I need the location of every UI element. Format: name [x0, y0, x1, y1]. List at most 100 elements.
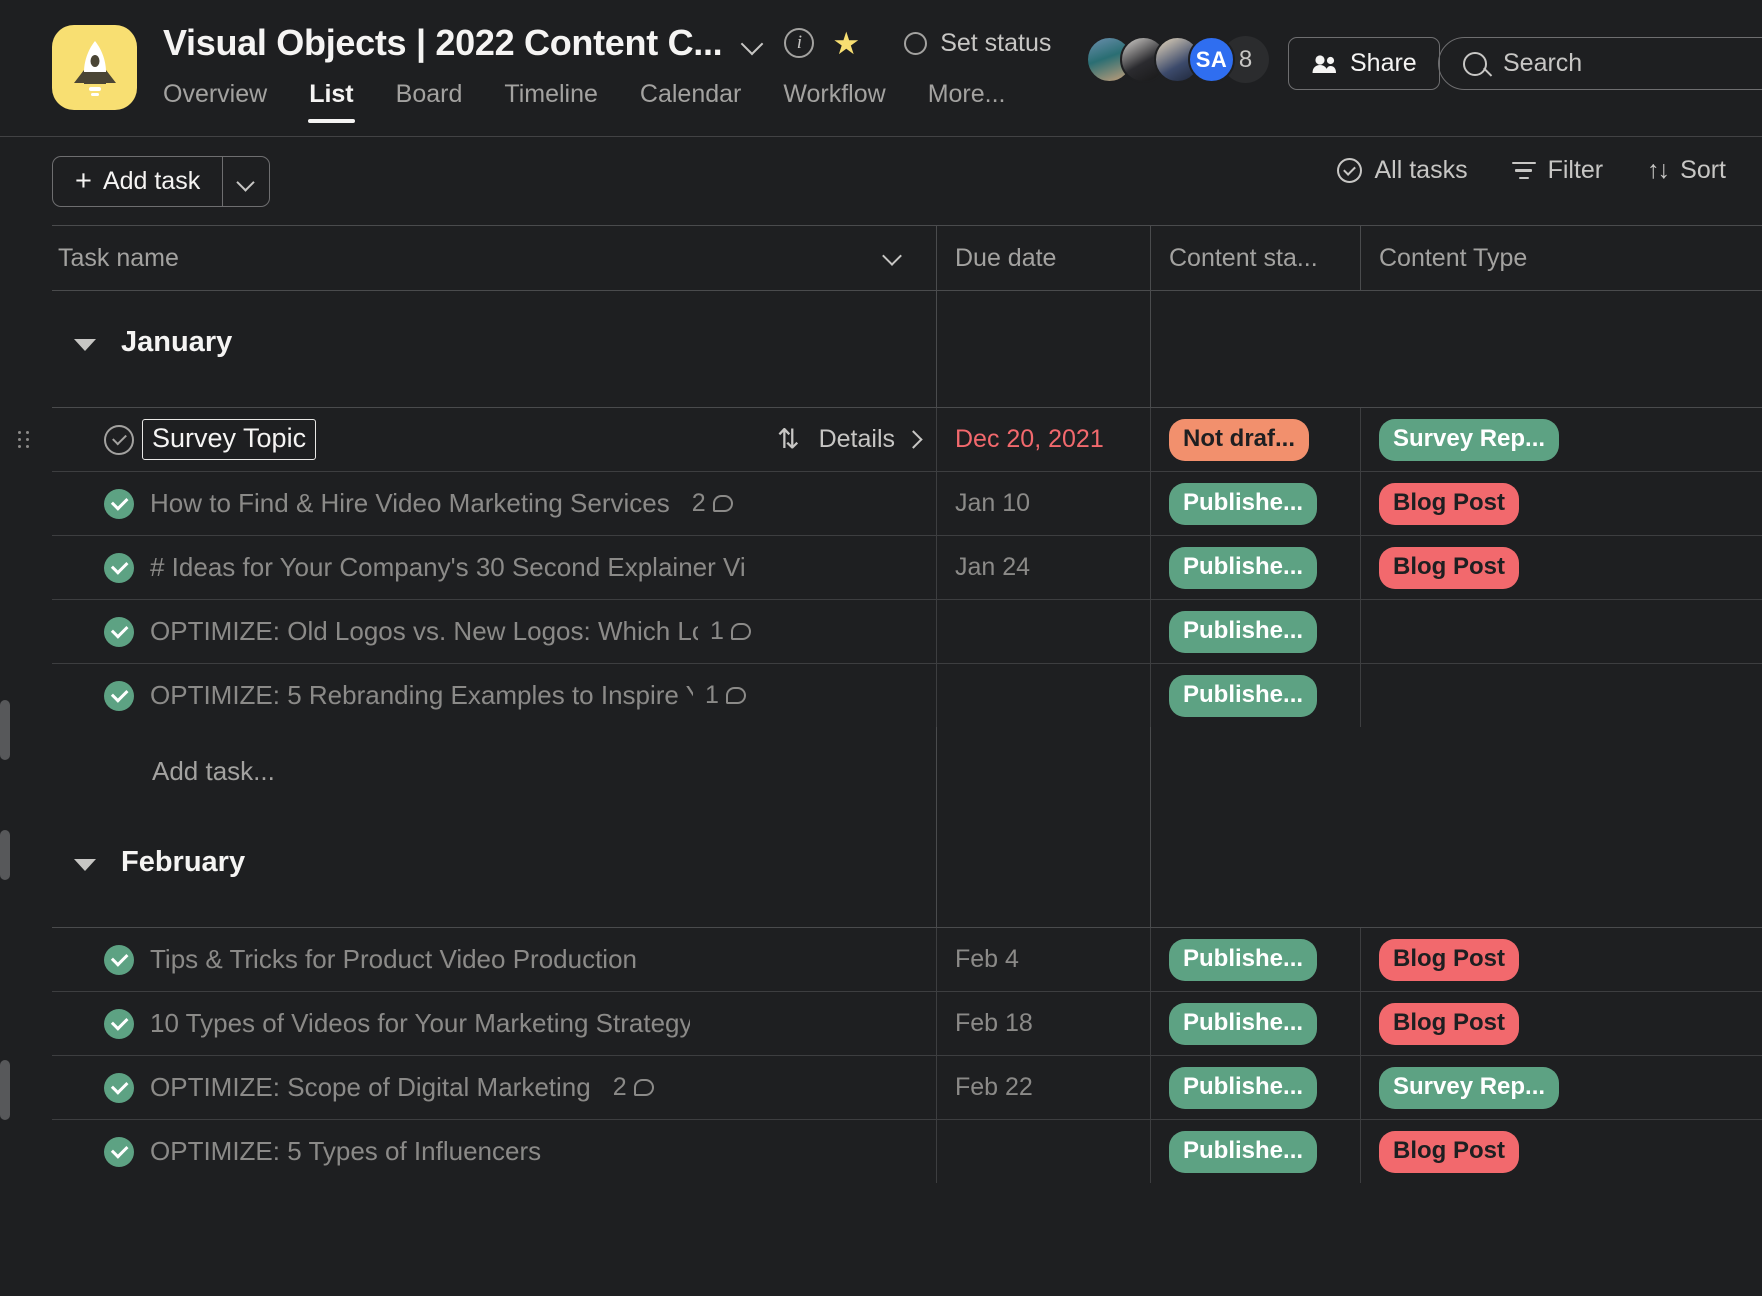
- tab-board[interactable]: Board: [375, 80, 484, 123]
- table-row[interactable]: Tips & Tricks for Product Video Producti…: [52, 927, 1762, 991]
- content-status-cell[interactable]: Not draf...: [1150, 408, 1360, 471]
- task-complete-toggle[interactable]: [104, 1009, 134, 1039]
- add-task-inline-january[interactable]: Add task...: [52, 727, 1762, 815]
- content-status-cell[interactable]: Publishe...: [1150, 992, 1360, 1055]
- content-type-cell[interactable]: Blog Post: [1360, 472, 1762, 535]
- task-complete-toggle[interactable]: [104, 1137, 134, 1167]
- tab-list[interactable]: List: [288, 80, 374, 123]
- content-status-cell[interactable]: Publishe...: [1150, 472, 1360, 535]
- task-name-cell[interactable]: OPTIMIZE: 5 Types of Influencers: [52, 1120, 936, 1183]
- content-type-cell[interactable]: Survey Rep...: [1360, 408, 1762, 471]
- due-date-cell[interactable]: Dec 20, 2021: [936, 408, 1150, 471]
- due-date-cell[interactable]: Feb 4: [936, 928, 1150, 991]
- content-type-cell[interactable]: Survey Rep...: [1360, 1056, 1762, 1119]
- chevron-down-icon[interactable]: [882, 245, 904, 267]
- vertical-scrollbar-thumb[interactable]: [0, 700, 10, 760]
- column-header-content-status[interactable]: Content sta...: [1150, 225, 1360, 291]
- type-badge[interactable]: Blog Post: [1379, 483, 1519, 525]
- view-tabs[interactable]: Overview List Board Timeline Calendar Wo…: [163, 80, 1027, 123]
- content-status-cell[interactable]: Publishe...: [1150, 600, 1360, 663]
- content-status-cell[interactable]: Publishe...: [1150, 664, 1360, 727]
- sort-arrows-icon[interactable]: ⇅: [777, 424, 797, 455]
- due-date-cell[interactable]: Feb 22: [936, 1056, 1150, 1119]
- details-button[interactable]: Details: [819, 425, 920, 454]
- status-badge[interactable]: Publishe...: [1169, 1131, 1317, 1173]
- table-row[interactable]: How to Find & Hire Video Marketing Servi…: [52, 471, 1762, 535]
- drag-handle-icon[interactable]: [18, 431, 30, 449]
- comment-count[interactable]: 1: [710, 617, 751, 646]
- status-badge[interactable]: Publishe...: [1169, 611, 1317, 653]
- star-icon[interactable]: ★: [832, 28, 860, 59]
- tab-workflow[interactable]: Workflow: [762, 80, 906, 123]
- task-name-cell[interactable]: OPTIMIZE: Scope of Digital Marketing 2: [52, 1056, 936, 1119]
- triangle-down-icon[interactable]: [74, 859, 96, 871]
- task-name-cell[interactable]: # Ideas for Your Company's 30 Second Exp…: [52, 536, 936, 599]
- comment-count[interactable]: 1: [705, 681, 746, 710]
- sort-button[interactable]: ↑↓ Sort: [1647, 156, 1726, 185]
- content-type-cell[interactable]: Blog Post: [1360, 992, 1762, 1055]
- content-type-cell[interactable]: Blog Post: [1360, 1120, 1762, 1183]
- task-complete-toggle[interactable]: [104, 945, 134, 975]
- add-task-dropdown-button[interactable]: [223, 157, 269, 206]
- column-header-content-type[interactable]: Content Type: [1360, 225, 1762, 291]
- task-name-cell[interactable]: 10 Types of Videos for Your Marketing St…: [52, 992, 936, 1055]
- tab-calendar[interactable]: Calendar: [619, 80, 762, 123]
- status-badge[interactable]: Publishe...: [1169, 547, 1317, 589]
- triangle-down-icon[interactable]: [74, 339, 96, 351]
- member-avatars[interactable]: SA 8: [1086, 36, 1269, 83]
- due-date-cell[interactable]: Jan 24: [936, 536, 1150, 599]
- content-type-cell[interactable]: Blog Post: [1360, 928, 1762, 991]
- content-type-cell[interactable]: [1360, 600, 1762, 663]
- task-complete-toggle[interactable]: [104, 553, 134, 583]
- task-name-cell[interactable]: OPTIMIZE: Old Logos vs. New Logos: Which…: [52, 600, 936, 663]
- table-row[interactable]: OPTIMIZE: 5 Types of Influencers Publish…: [52, 1119, 1762, 1183]
- type-badge[interactable]: Blog Post: [1379, 547, 1519, 589]
- due-date-cell[interactable]: Jan 10: [936, 472, 1150, 535]
- tab-overview[interactable]: Overview: [163, 80, 288, 123]
- filter-button[interactable]: Filter: [1512, 156, 1604, 185]
- column-header-task-name[interactable]: Task name: [52, 225, 936, 291]
- status-badge[interactable]: Not draf...: [1169, 419, 1309, 461]
- task-name-cell[interactable]: How to Find & Hire Video Marketing Servi…: [52, 472, 936, 535]
- task-name-cell[interactable]: OPTIMIZE: 5 Rebranding Examples to Inspi…: [52, 664, 936, 727]
- status-badge[interactable]: Publishe...: [1169, 1003, 1317, 1045]
- share-button[interactable]: Share: [1288, 37, 1440, 90]
- due-date-cell[interactable]: [936, 600, 1150, 663]
- task-complete-toggle[interactable]: [104, 425, 134, 455]
- status-badge[interactable]: Publishe...: [1169, 483, 1317, 525]
- content-status-cell[interactable]: Publishe...: [1150, 1120, 1360, 1183]
- avatar-initials[interactable]: SA: [1188, 36, 1235, 83]
- type-badge[interactable]: Survey Rep...: [1379, 419, 1559, 461]
- content-status-cell[interactable]: Publishe...: [1150, 536, 1360, 599]
- task-name-input[interactable]: Survey Topic: [142, 419, 316, 460]
- type-badge[interactable]: Blog Post: [1379, 939, 1519, 981]
- all-tasks-button[interactable]: All tasks: [1337, 156, 1467, 185]
- table-row[interactable]: # Ideas for Your Company's 30 Second Exp…: [52, 535, 1762, 599]
- status-badge[interactable]: Publishe...: [1169, 1067, 1317, 1109]
- status-badge[interactable]: Publishe...: [1169, 939, 1317, 981]
- task-complete-toggle[interactable]: [104, 1073, 134, 1103]
- table-row[interactable]: Survey Topic ⇅ Details Dec 20, 2021 Not …: [52, 407, 1762, 471]
- content-status-cell[interactable]: Publishe...: [1150, 1056, 1360, 1119]
- task-complete-toggle[interactable]: [104, 489, 134, 519]
- vertical-scrollbar-thumb-3[interactable]: [0, 1060, 10, 1120]
- chevron-down-icon[interactable]: [740, 30, 766, 56]
- content-status-cell[interactable]: Publishe...: [1150, 928, 1360, 991]
- type-badge[interactable]: Survey Rep...: [1379, 1067, 1559, 1109]
- due-date-cell[interactable]: [936, 664, 1150, 727]
- vertical-scrollbar-thumb-2[interactable]: [0, 830, 10, 880]
- status-badge[interactable]: Publishe...: [1169, 675, 1317, 717]
- task-name-cell[interactable]: Survey Topic ⇅ Details: [52, 408, 936, 471]
- content-type-cell[interactable]: Blog Post: [1360, 536, 1762, 599]
- content-type-cell[interactable]: [1360, 664, 1762, 727]
- search-input[interactable]: Search: [1438, 37, 1762, 90]
- task-name-cell[interactable]: Tips & Tricks for Product Video Producti…: [52, 928, 936, 991]
- table-row[interactable]: OPTIMIZE: 5 Rebranding Examples to Inspi…: [52, 663, 1762, 727]
- table-row[interactable]: OPTIMIZE: Scope of Digital Marketing 2 F…: [52, 1055, 1762, 1119]
- set-status-button[interactable]: Set status: [904, 29, 1051, 58]
- table-row[interactable]: 10 Types of Videos for Your Marketing St…: [52, 991, 1762, 1055]
- group-header-january[interactable]: January: [0, 291, 1762, 407]
- add-task-button[interactable]: + Add task: [53, 157, 223, 206]
- info-circle-icon[interactable]: i: [784, 28, 814, 58]
- tab-more[interactable]: More...: [907, 80, 1027, 123]
